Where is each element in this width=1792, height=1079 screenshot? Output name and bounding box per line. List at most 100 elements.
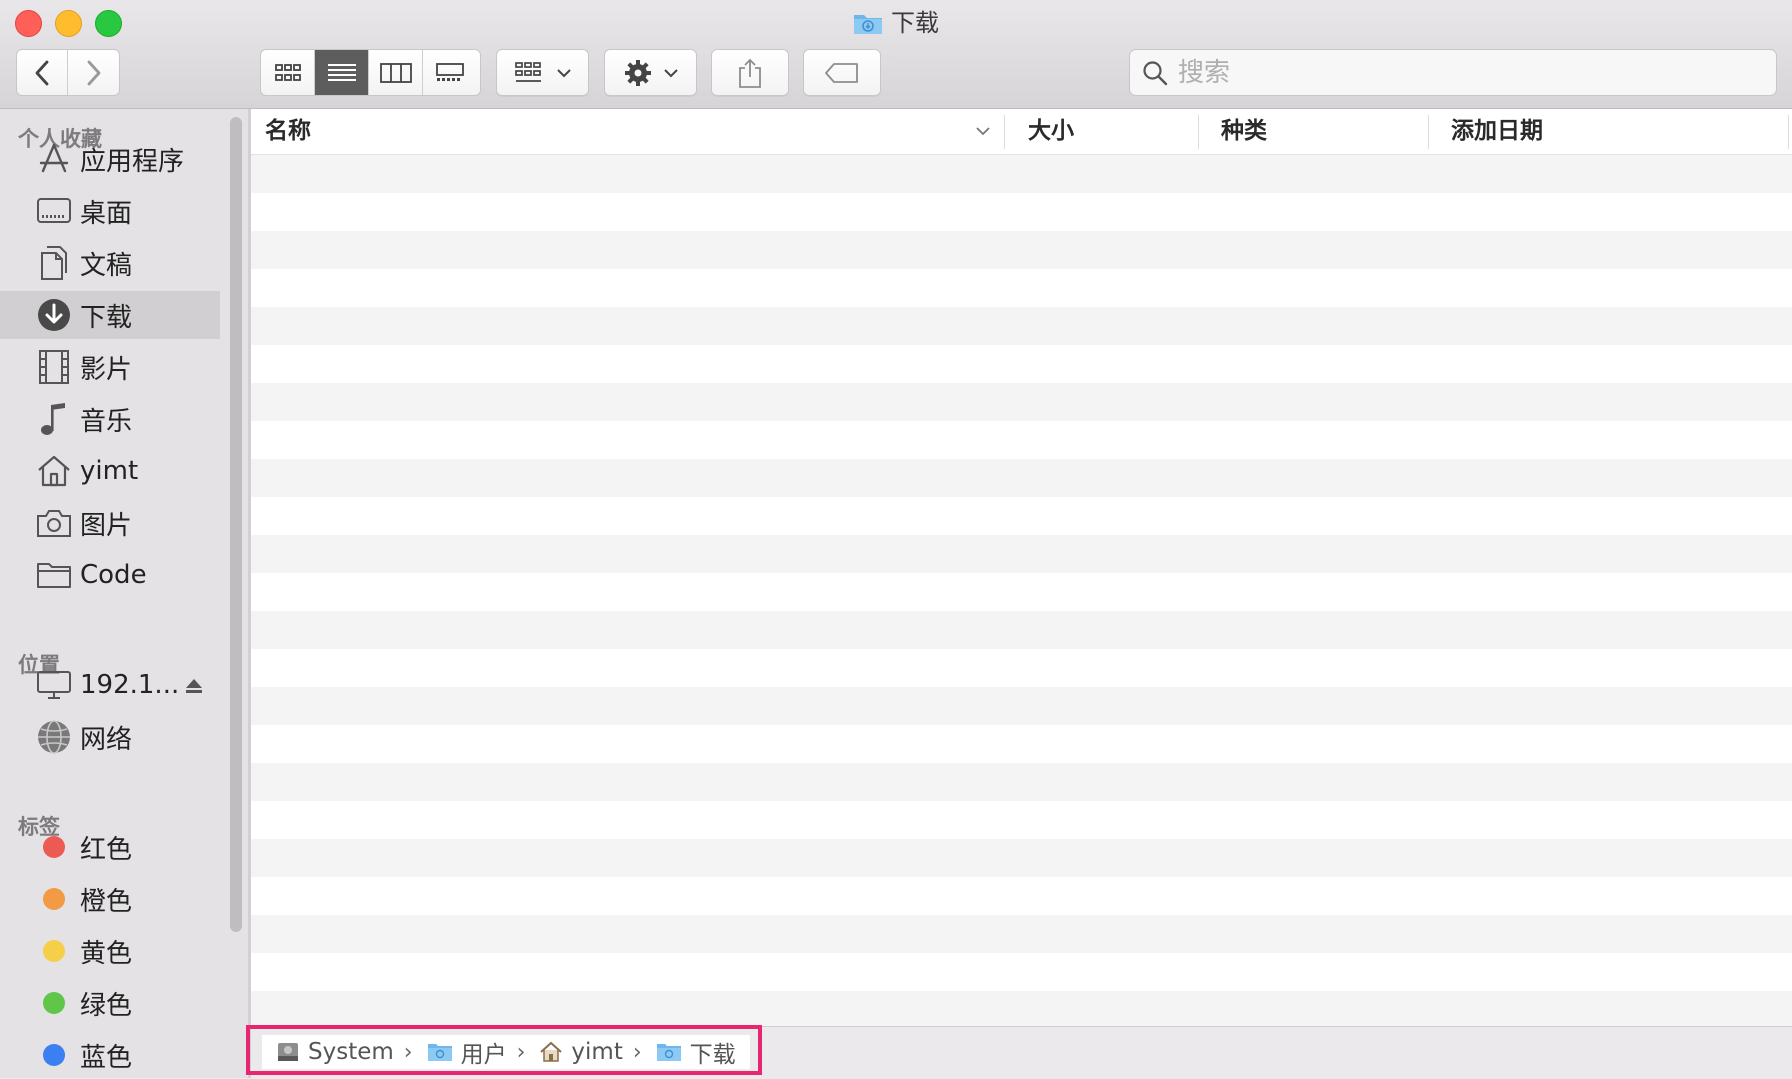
tag-color-dot-icon bbox=[34, 1035, 74, 1075]
empty-row bbox=[251, 535, 1792, 573]
sidebar-tag-orange[interactable]: 橙色 bbox=[0, 875, 220, 923]
column-header-name[interactable]: 名称 bbox=[265, 109, 995, 154]
sidebar-item-label: yimt bbox=[80, 456, 139, 486]
search-field[interactable] bbox=[1129, 49, 1777, 96]
chevron-left-icon bbox=[35, 60, 49, 85]
column-header: 名称 大小 种类 添加日期 bbox=[251, 109, 1792, 155]
sidebar-item-label: 绿色 bbox=[80, 990, 133, 1021]
sidebar: 个人收藏 应用程序 桌面 文稿 下载 影片 音乐 yimt 图片 Code 位置… bbox=[0, 109, 248, 1078]
sidebar-item-desktop[interactable]: 桌面 bbox=[0, 187, 220, 235]
toolbar: 下载 bbox=[0, 0, 1792, 109]
empty-row bbox=[251, 421, 1792, 459]
column-header-date-added[interactable]: 添加日期 bbox=[1451, 109, 1751, 154]
action-menu-button[interactable] bbox=[604, 49, 697, 96]
chevron-right-icon: › bbox=[403, 1039, 413, 1065]
path-item-system[interactable]: System › bbox=[276, 1039, 413, 1065]
file-list: 名称 大小 种类 添加日期 bbox=[251, 109, 1792, 1026]
downloads-icon bbox=[34, 295, 74, 335]
search-input[interactable] bbox=[1176, 56, 1760, 89]
sidebar-item-server[interactable]: 192.1... bbox=[0, 661, 220, 709]
empty-row bbox=[251, 345, 1792, 383]
path-item-users[interactable]: 用户 › bbox=[427, 1035, 525, 1069]
share-button[interactable] bbox=[711, 49, 789, 96]
empty-row bbox=[251, 611, 1792, 649]
sidebar-item-label: 橙色 bbox=[80, 886, 133, 917]
sidebar-item-pictures[interactable]: 图片 bbox=[0, 499, 220, 547]
sidebar-item-label: 蓝色 bbox=[80, 1042, 133, 1073]
sidebar-item-home[interactable]: yimt bbox=[0, 447, 220, 495]
edit-tags-button[interactable] bbox=[803, 49, 881, 96]
forward-button[interactable] bbox=[68, 50, 119, 95]
sidebar-item-label: 192.1... bbox=[80, 670, 180, 700]
network-icon bbox=[34, 717, 74, 757]
column-name-label: 名称 bbox=[265, 118, 311, 144]
tag-icon bbox=[825, 62, 858, 83]
sidebar-item-label: 网络 bbox=[80, 724, 133, 755]
gallery-view-button[interactable] bbox=[423, 50, 476, 95]
sidebar-item-downloads[interactable]: 下载 bbox=[0, 291, 220, 339]
icon-view-button[interactable] bbox=[261, 50, 315, 95]
empty-row bbox=[251, 915, 1792, 953]
column-separator[interactable] bbox=[1198, 115, 1199, 149]
applications-icon bbox=[34, 139, 74, 179]
column-separator[interactable] bbox=[1788, 115, 1789, 149]
column-header-size[interactable]: 大小 bbox=[1028, 109, 1198, 154]
hard-disk-icon bbox=[276, 1040, 300, 1064]
column-separator[interactable] bbox=[1428, 115, 1429, 149]
empty-row bbox=[251, 801, 1792, 839]
sidebar-item-network[interactable]: 网络 bbox=[0, 713, 220, 761]
gear-icon bbox=[624, 59, 651, 86]
sidebar-item-music[interactable]: 音乐 bbox=[0, 395, 220, 443]
back-button[interactable] bbox=[17, 50, 68, 95]
column-kind-label: 种类 bbox=[1221, 118, 1267, 144]
chevron-down-icon bbox=[663, 68, 678, 77]
camera-icon bbox=[34, 503, 74, 543]
path-item-downloads[interactable]: 下载 bbox=[656, 1035, 736, 1069]
sidebar-tag-yellow[interactable]: 黄色 bbox=[0, 927, 220, 975]
sidebar-tag-green[interactable]: 绿色 bbox=[0, 979, 220, 1027]
sidebar-item-movies[interactable]: 影片 bbox=[0, 343, 220, 391]
list-view-icon bbox=[327, 63, 356, 81]
sort-chevron-down-icon bbox=[976, 127, 990, 136]
sidebar-item-applications[interactable]: 应用程序 bbox=[0, 135, 220, 183]
music-note-icon bbox=[34, 399, 74, 439]
tag-color-dot-icon bbox=[34, 879, 74, 919]
empty-row bbox=[251, 497, 1792, 535]
sidebar-item-code[interactable]: Code bbox=[0, 551, 220, 599]
sidebar-item-label: 文稿 bbox=[80, 250, 133, 281]
column-header-kind[interactable]: 种类 bbox=[1221, 109, 1421, 154]
share-icon bbox=[739, 58, 761, 88]
group-by-button[interactable] bbox=[496, 49, 589, 96]
empty-row bbox=[251, 953, 1792, 991]
sidebar-scrollbar[interactable] bbox=[230, 117, 242, 932]
empty-row bbox=[251, 307, 1792, 345]
sidebar-item-label: 图片 bbox=[80, 510, 133, 541]
search-icon bbox=[1143, 60, 1168, 85]
gallery-view-icon bbox=[435, 62, 464, 81]
empty-row bbox=[251, 839, 1792, 877]
chevron-right-icon: › bbox=[632, 1039, 642, 1065]
sidebar-tag-blue[interactable]: 蓝色 bbox=[0, 1031, 220, 1078]
empty-row bbox=[251, 877, 1792, 915]
empty-row bbox=[251, 269, 1792, 307]
sidebar-item-label: 黄色 bbox=[80, 938, 133, 969]
eject-icon[interactable] bbox=[184, 673, 204, 703]
downloads-folder-icon bbox=[853, 10, 883, 44]
sidebar-item-label: 音乐 bbox=[80, 406, 133, 437]
group-icon bbox=[514, 61, 541, 82]
path-item-label: 下载 bbox=[689, 1042, 736, 1068]
column-date-added-label: 添加日期 bbox=[1451, 118, 1543, 144]
folder-icon bbox=[34, 555, 74, 595]
column-view-button[interactable] bbox=[369, 50, 423, 95]
sidebar-item-documents[interactable]: 文稿 bbox=[0, 239, 220, 287]
empty-row bbox=[251, 193, 1792, 231]
column-separator[interactable] bbox=[1004, 115, 1005, 149]
icon-view-icon bbox=[274, 63, 301, 81]
desktop-icon bbox=[34, 191, 74, 231]
path-item-home[interactable]: yimt › bbox=[539, 1039, 642, 1065]
sidebar-tag-red[interactable]: 红色 bbox=[0, 823, 220, 871]
sidebar-item-label: 桌面 bbox=[80, 198, 133, 229]
list-view-button[interactable] bbox=[315, 50, 369, 95]
sidebar-item-label: 应用程序 bbox=[80, 146, 185, 177]
view-mode-control bbox=[260, 49, 481, 96]
